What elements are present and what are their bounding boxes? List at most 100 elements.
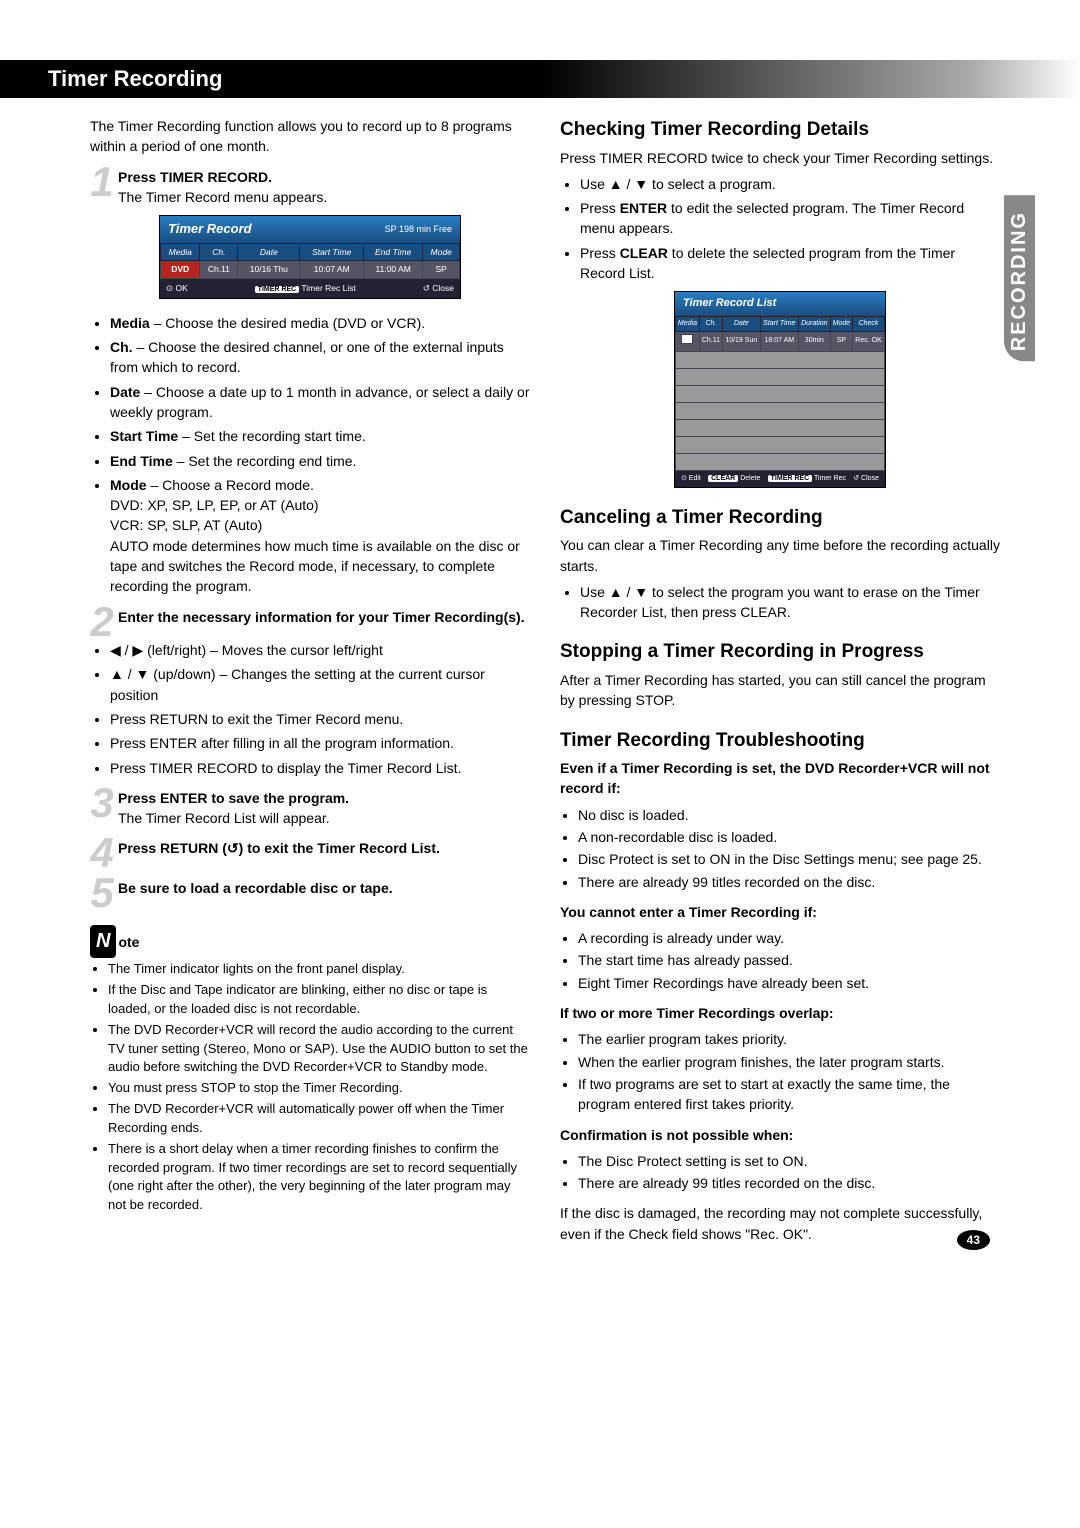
- field-mode: – Choose a Record mode.: [147, 477, 314, 493]
- note-list: The Timer indicator lights on the front …: [108, 960, 530, 1215]
- osd1-foot-ok: ⊙ OK: [166, 282, 188, 295]
- field-end: – Set the recording end time.: [173, 453, 357, 469]
- note-b: If the Disc and Tape indicator are blink…: [108, 981, 530, 1019]
- note-head-text: ote: [118, 932, 139, 952]
- note-c: The DVD Recorder+VCR will record the aud…: [108, 1021, 530, 1078]
- osd2-th-start: Start Time: [760, 317, 798, 332]
- osd1-th-media: Media: [161, 244, 200, 261]
- trouble-sub2: You cannot enter a Timer Recording if:: [560, 904, 817, 920]
- osd1-cell-start: 10:07 AM: [300, 261, 364, 278]
- t3-b: When the earlier program finishes, the l…: [578, 1052, 1000, 1072]
- trouble-sub4: Confirmation is not possible when:: [560, 1127, 793, 1143]
- osd2-foot-rec: TIMER REC Timer Rec: [768, 474, 846, 484]
- checking-intro: Press TIMER RECORD twice to check your T…: [560, 148, 1000, 168]
- timer-record-list-osd: Timer Record List Media Ch. Date Start T…: [674, 291, 886, 487]
- osd1-th-start: Start Time: [300, 244, 364, 261]
- osd2-th-ch: Ch.: [699, 317, 722, 332]
- s2-item-d: Press ENTER after filling in all the pro…: [110, 733, 530, 753]
- t2-c: Eight Timer Recordings have already been…: [578, 973, 1000, 993]
- osd2-cell-mode: SP: [830, 332, 852, 351]
- cancel-b1: Use ▲ / ▼ to select the program you want…: [580, 582, 1000, 623]
- t1-d: There are already 99 titles recorded on …: [578, 872, 1000, 892]
- osd1-cell-media: DVD: [161, 261, 200, 278]
- t1-b: A non-recordable disc is loaded.: [578, 827, 1000, 847]
- s2-item-e: Press TIMER RECORD to display the Timer …: [110, 758, 530, 778]
- intro-text: The Timer Recording function allows you …: [90, 116, 530, 157]
- step-3-text: The Timer Record List will appear.: [118, 810, 330, 826]
- field-mode-l3: AUTO mode determines how much time is av…: [110, 538, 520, 595]
- osd2-foot-edit: ⊙ Edit: [681, 474, 701, 484]
- t1-c: Disc Protect is set to ON in the Disc Se…: [578, 849, 1000, 869]
- osd2-table: Media Ch. Date Start Time Duration Mode …: [675, 316, 885, 470]
- cancel-heading: Canceling a Timer Recording: [560, 504, 1000, 532]
- t4-b: There are already 99 titles recorded on …: [578, 1173, 1000, 1193]
- osd2-cell-dur: 30min: [798, 332, 830, 351]
- check-b1: Use ▲ / ▼ to select a program.: [580, 174, 1000, 194]
- step-1-bold: Press TIMER RECORD.: [118, 169, 272, 185]
- note-e: The DVD Recorder+VCR will automatically …: [108, 1100, 530, 1138]
- step-4-bold: Press RETURN (↺) to exit the Timer Recor…: [118, 840, 440, 856]
- trouble-heading: Timer Recording Troubleshooting: [560, 727, 1000, 755]
- osd1-foot-reclist: TIMER REC Timer Rec List: [255, 282, 356, 295]
- stop-heading: Stopping a Timer Recording in Progress: [560, 638, 1000, 666]
- osd2-th-media: Media: [676, 317, 700, 332]
- osd2-th-dur: Duration: [798, 317, 830, 332]
- osd1-cell-ch: Ch.11: [200, 261, 238, 278]
- osd2-cell-check: Rec. OK: [853, 332, 885, 351]
- t3-c: If two programs are set to start at exac…: [578, 1074, 1000, 1115]
- osd2-th-date: Date: [722, 317, 760, 332]
- step-1-number: 1: [90, 167, 114, 196]
- osd2-cell-ch: Ch.11: [699, 332, 722, 351]
- checking-heading: Checking Timer Recording Details: [560, 116, 1000, 144]
- osd1-foot-close: ↺ Close: [423, 282, 454, 295]
- field-ch-b: Ch.: [110, 339, 133, 355]
- right-column: Checking Timer Recording Details Press T…: [560, 116, 1000, 1250]
- t4-a: The Disc Protect setting is set to ON.: [578, 1151, 1000, 1171]
- check-b2: Press ENTER to edit the selected program…: [580, 198, 1000, 239]
- osd2-th-mode: Mode: [830, 317, 852, 332]
- field-date: – Choose a date up to 1 month in advance…: [110, 384, 530, 420]
- check-b3: Press CLEAR to delete the selected progr…: [580, 243, 1000, 284]
- osd1-th-end: End Time: [364, 244, 423, 261]
- field-ch: – Choose the desired channel, or one of …: [110, 339, 504, 375]
- field-mode-l1: DVD: XP, SP, LP, EP, or AT (Auto): [110, 497, 319, 513]
- s2-item-b: ▲ / ▼ (up/down) – Changes the setting at…: [110, 664, 530, 705]
- osd1-free-space: SP 198 min Free: [385, 223, 452, 236]
- osd1-cell-date: 10/16 Thu: [238, 261, 300, 278]
- osd2-cell-start: 18:07 AM: [760, 332, 798, 351]
- field-start: – Set the recording start time.: [178, 428, 366, 444]
- step-3-bold: Press ENTER to save the program.: [118, 790, 349, 806]
- note-d: You must press STOP to stop the Timer Re…: [108, 1079, 530, 1098]
- s2-item-a: ◀ / ▶ (left/right) – Moves the cursor le…: [110, 640, 530, 660]
- t2-b: The start time has already passed.: [578, 950, 1000, 970]
- trouble-list2: A recording is already under way. The st…: [578, 928, 1000, 993]
- osd2-cell-date: 10/19 Sun: [722, 332, 760, 351]
- trouble-list3: The earlier program takes priority. When…: [578, 1029, 1000, 1114]
- step-2-bold: Enter the necessary information for your…: [118, 609, 525, 625]
- s2-item-c: Press RETURN to exit the Timer Record me…: [110, 709, 530, 729]
- osd1-table: Media Ch. Date Start Time End Time Mode …: [160, 243, 460, 279]
- stop-text: After a Timer Recording has started, you…: [560, 670, 1000, 711]
- osd2-title: Timer Record List: [683, 296, 776, 312]
- osd2-foot-delete: CLEAR Delete: [708, 474, 760, 484]
- osd1-th-mode: Mode: [423, 244, 460, 261]
- t2-a: A recording is already under way.: [578, 928, 1000, 948]
- field-mode-l2: VCR: SP, SLP, AT (Auto): [110, 517, 262, 533]
- t1-a: No disc is loaded.: [578, 805, 1000, 825]
- cancel-list: Use ▲ / ▼ to select the program you want…: [580, 582, 1000, 623]
- step-1-text: The Timer Record menu appears.: [118, 189, 327, 205]
- osd1-cell-mode: SP: [423, 261, 460, 278]
- trouble-sub1: Even if a Timer Recording is set, the DV…: [560, 760, 990, 796]
- field-end-b: End Time: [110, 453, 173, 469]
- field-date-b: Date: [110, 384, 140, 400]
- section-tab: RECORDING: [1004, 195, 1035, 361]
- trouble-sub3: If two or more Timer Recordings overlap:: [560, 1005, 834, 1021]
- note-f: There is a short delay when a timer reco…: [108, 1140, 530, 1215]
- osd1-cell-end: 11:00 AM: [364, 261, 423, 278]
- step-3-number: 3: [90, 788, 114, 817]
- osd1-title: Timer Record: [168, 220, 252, 239]
- checking-list: Use ▲ / ▼ to select a program. Press ENT…: [580, 174, 1000, 283]
- page-title-bar: Timer Recording: [0, 60, 1080, 98]
- left-column: The Timer Recording function allows you …: [90, 116, 530, 1250]
- osd2-foot-close: ↺ Close: [853, 474, 879, 484]
